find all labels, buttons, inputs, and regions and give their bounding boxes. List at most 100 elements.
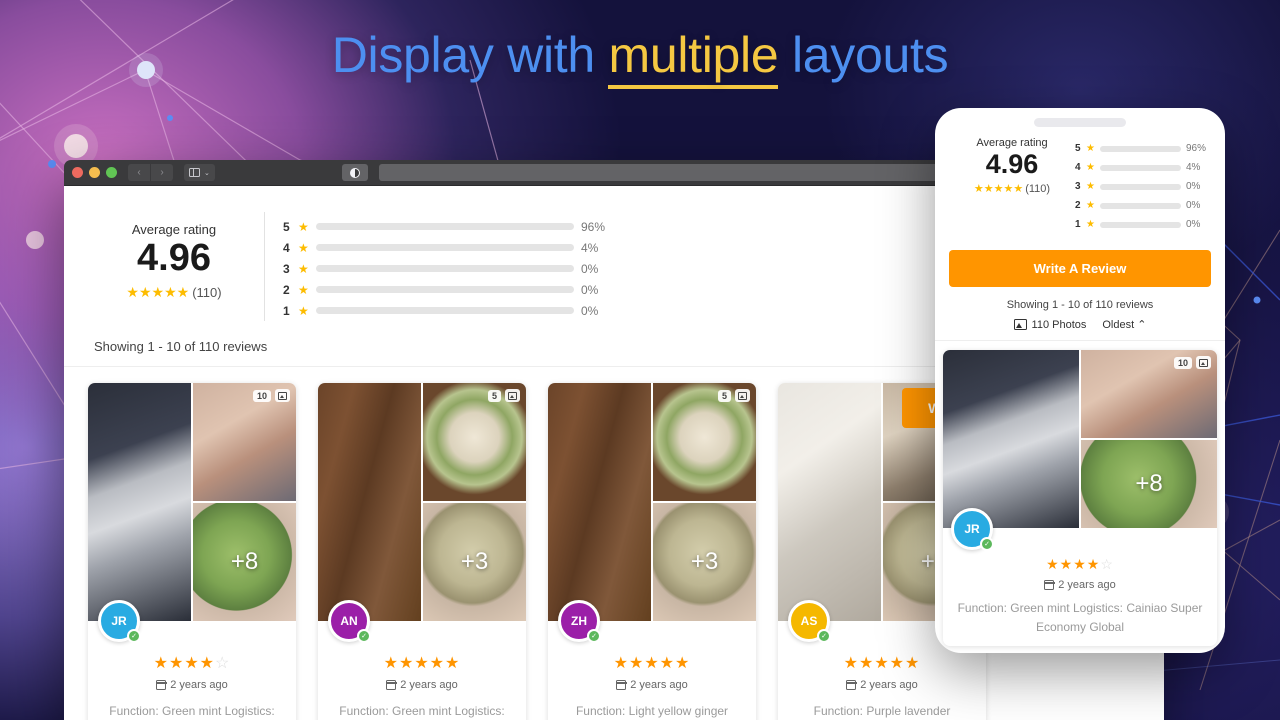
phone-rating-bar-percent: 0%: [1186, 200, 1211, 211]
rating-bar-row[interactable]: 3 ★ 0%: [283, 258, 613, 279]
review-photo-thumb[interactable]: 5: [653, 383, 756, 501]
review-photo-main[interactable]: [548, 383, 651, 621]
phone-sort-label: Oldest: [1102, 319, 1134, 331]
sidebar-toggle-button[interactable]: ⌄: [184, 164, 215, 181]
rating-bar-track: [316, 286, 574, 293]
avatar[interactable]: ZH ✓: [558, 600, 600, 642]
review-card[interactable]: 10 +8 JR ✓ ★★★★☆ 2 years ago Function: G…: [88, 383, 296, 720]
calendar-icon: [616, 680, 626, 690]
star-filled: ★: [169, 655, 184, 672]
rating-bar-percent: 0%: [581, 283, 613, 297]
review-meta: Function: Green mint Logistics: 4PX Sing…: [330, 702, 514, 720]
photo-count-badge: 5: [488, 389, 520, 402]
star-filled: ★: [184, 655, 199, 672]
review-photo-main[interactable]: [778, 383, 881, 621]
rating-bar-row[interactable]: 2 ★ 0%: [283, 279, 613, 300]
phone-photos-filter-button[interactable]: 110 Photos: [1014, 319, 1087, 331]
more-photos-overlay[interactable]: +3: [653, 503, 756, 621]
phone-rating-bar-row[interactable]: 3 ★ 0%: [1075, 177, 1211, 196]
phone-review-photo-grid[interactable]: 10 +8: [943, 350, 1217, 528]
phone-review-card[interactable]: 10 +8 JR ✓ ★★★★☆ 2 years ago Function: G…: [943, 350, 1217, 646]
phone-rating-bar-level: 1: [1075, 219, 1081, 230]
review-photo-main[interactable]: [88, 383, 191, 621]
phone-review-photo-thumb[interactable]: 10: [1081, 350, 1217, 438]
average-rating-block: Average rating 4.96 ★★★★★(110): [94, 212, 254, 301]
review-photo-more[interactable]: +3: [653, 503, 756, 621]
phone-rating-bar-track: [1100, 165, 1181, 171]
window-controls[interactable]: [72, 167, 117, 178]
review-date: 2 years ago: [560, 679, 744, 691]
avatar[interactable]: AS ✓: [788, 600, 830, 642]
phone-rating-bar-level: 5: [1075, 143, 1081, 154]
phone-reviews-filters: 110 Photos Oldest ⌃: [935, 318, 1225, 341]
more-photos-overlay[interactable]: +3: [423, 503, 526, 621]
rating-bar-percent: 0%: [581, 304, 613, 318]
forward-button[interactable]: ›: [151, 164, 173, 181]
avatar[interactable]: JR ✓: [98, 600, 140, 642]
phone-rating-bar-percent: 0%: [1186, 219, 1211, 230]
close-window-button[interactable]: [72, 167, 83, 178]
minimize-window-button[interactable]: [89, 167, 100, 178]
phone-rating-bar-row[interactable]: 5 ★ 96%: [1075, 139, 1211, 158]
rating-bar-row[interactable]: 5 ★ 96%: [283, 216, 613, 237]
review-photo-grid[interactable]: 5 +3: [548, 383, 756, 621]
photo-icon: [1196, 356, 1211, 369]
phone-more-photos-overlay[interactable]: +8: [1081, 440, 1217, 528]
star-filled: ★: [399, 655, 414, 672]
star-filled: ★: [890, 655, 905, 672]
rating-bar-level: 5: [283, 220, 291, 234]
photo-icon: [735, 389, 750, 402]
rating-bar-row[interactable]: 4 ★ 4%: [283, 237, 613, 258]
more-photos-overlay[interactable]: +8: [193, 503, 296, 621]
phone-rating-bar-row[interactable]: 4 ★ 4%: [1075, 158, 1211, 177]
star-filled: ★: [200, 655, 215, 672]
star-filled: ★: [154, 655, 169, 672]
phone-rating-bar-track: [1100, 184, 1181, 190]
rating-bar-percent: 4%: [581, 241, 613, 255]
phone-avatar[interactable]: JR ✓: [951, 508, 993, 550]
reader-view-button[interactable]: [342, 164, 368, 181]
review-card[interactable]: 5 +3 ZH ✓ ★★★★★ 2 years ago Function: Li…: [548, 383, 756, 720]
review-photo-thumb[interactable]: 5: [423, 383, 526, 501]
review-card[interactable]: 5 +3 AN ✓ ★★★★★ 2 years ago Function: Gr…: [318, 383, 526, 720]
review-photo-grid[interactable]: 10 +8: [88, 383, 296, 621]
star-icon: ★: [1086, 219, 1095, 230]
star-filled: ★: [675, 655, 690, 672]
star-icon: ★: [298, 304, 309, 318]
phone-rating-bar-level: 3: [1075, 181, 1081, 192]
star-icon: ★: [298, 241, 309, 255]
phone-average-stars: ★★★★★(110): [949, 182, 1075, 195]
average-rating-label: Average rating: [94, 222, 254, 237]
calendar-icon: [1044, 580, 1054, 590]
verified-badge-icon: ✓: [587, 629, 601, 643]
phone-sort-dropdown[interactable]: Oldest ⌃: [1102, 318, 1146, 331]
rating-bar-track: [316, 265, 574, 272]
rating-bar-track: [316, 244, 574, 251]
review-photo-grid[interactable]: 5 +3: [318, 383, 526, 621]
review-photo-more[interactable]: +3: [423, 503, 526, 621]
phone-review-photo-more[interactable]: +8: [1081, 440, 1217, 528]
maximize-window-button[interactable]: [106, 167, 117, 178]
review-photo-more[interactable]: +8: [193, 503, 296, 621]
phone-rating-bar-level: 4: [1075, 162, 1081, 173]
verified-badge-icon: ✓: [357, 629, 371, 643]
back-button[interactable]: ‹: [128, 164, 150, 181]
phone-rating-bar-row[interactable]: 1 ★ 0%: [1075, 215, 1211, 234]
phone-write-review-button[interactable]: Write A Review: [949, 250, 1211, 287]
phone-review-stars: ★★★★☆: [953, 556, 1207, 573]
photo-icon: [505, 389, 520, 402]
phone-mockup: Average rating 4.96 ★★★★★(110) 5 ★ 96% 4…: [935, 108, 1225, 653]
star-icon: ★: [1086, 162, 1095, 173]
review-stars: ★★★★★: [560, 653, 744, 673]
calendar-icon: [156, 680, 166, 690]
review-photo-main[interactable]: [318, 383, 421, 621]
phone-review-photo-main[interactable]: [943, 350, 1079, 528]
phone-rating-bar-row[interactable]: 2 ★ 0%: [1075, 196, 1211, 215]
rating-bar-row[interactable]: 1 ★ 0%: [283, 300, 613, 321]
stars-glyphs: ★★★★★: [126, 284, 189, 300]
review-photo-thumb[interactable]: 10: [193, 383, 296, 501]
rating-bar-percent: 0%: [581, 262, 613, 276]
rating-bar-level: 3: [283, 262, 291, 276]
navigation-buttons[interactable]: ‹ ›: [128, 164, 173, 181]
avatar[interactable]: AN ✓: [328, 600, 370, 642]
